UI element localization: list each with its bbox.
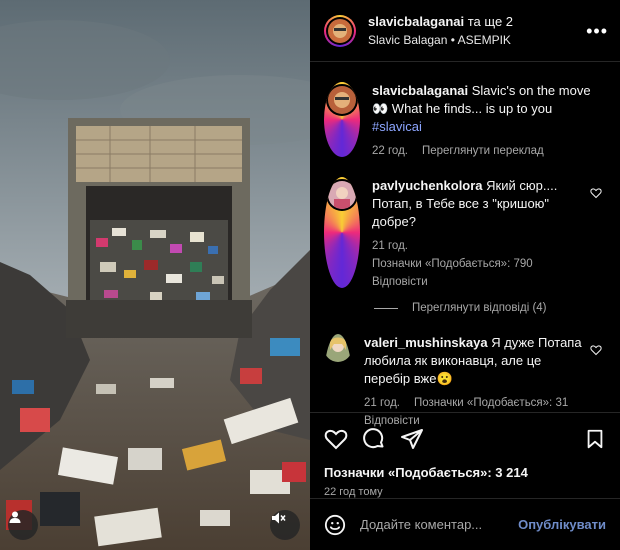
comment-like-heart-icon[interactable]	[590, 344, 602, 356]
comment-input[interactable]: Додайте коментар...	[360, 517, 518, 532]
header-author[interactable]: slavicbalaganai	[368, 14, 464, 29]
header-subtitle[interactable]: Slavic Balagan • ASEMPIK	[368, 33, 586, 47]
header-and-more[interactable]: та ще 2	[468, 14, 513, 29]
post-image[interactable]	[0, 0, 310, 550]
publish-button[interactable]: Опублікувати	[518, 517, 606, 532]
header-names: slavicbalaganai та ще 2 Slavic Balagan •…	[368, 14, 586, 47]
muted-speaker-icon	[272, 512, 286, 524]
caption-avatar[interactable]	[324, 82, 360, 157]
comment-time[interactable]: 21 год.	[364, 397, 400, 409]
replies-divider-line	[374, 307, 398, 309]
comment-text-block: valeri_mushinskaya Я дуже Потапа любила …	[364, 334, 584, 388]
comment-item: pavlyuchenkolora Який сюр.... Потап, в Т…	[324, 177, 606, 288]
caption-meta: 22 год. Переглянути переклад	[372, 145, 592, 157]
see-translation-link[interactable]: Переглянути переклад	[422, 145, 544, 157]
mute-button[interactable]	[270, 510, 300, 540]
post-header: slavicbalaganai та ще 2 Slavic Balagan •…	[310, 0, 620, 62]
comment-meta: 21 год.	[372, 240, 592, 252]
view-replies-label[interactable]: Переглянути відповіді (4)	[412, 302, 547, 314]
comment-reply-link[interactable]: Відповісти	[372, 276, 592, 288]
post-timestamp[interactable]: 22 год тому	[324, 486, 606, 498]
comment-avatar[interactable]	[324, 177, 360, 288]
comment-username[interactable]: valeri_mushinskaya	[364, 335, 488, 350]
comment-username[interactable]: pavlyuchenkolora	[372, 178, 483, 193]
comments-list: slavicbalaganai Slavic's on the move 👀 W…	[310, 62, 620, 427]
caption-hashtag[interactable]: #slavicai	[372, 119, 422, 134]
author-avatar-image	[328, 18, 352, 43]
comment-time[interactable]: 21 год.	[372, 240, 408, 252]
comment-body: pavlyuchenkolora Який сюр.... Потап, в Т…	[372, 177, 592, 288]
comment-meta: 21 год. Позначки «Подобається»: 31	[364, 397, 584, 409]
bookmark-icon[interactable]	[584, 428, 606, 450]
user-icon	[9, 511, 21, 523]
comment-composer: Додайте коментар... Опублікувати	[310, 498, 620, 550]
view-replies-link[interactable]: Переглянути відповіді (4)	[374, 302, 606, 314]
caption-time[interactable]: 22 год.	[372, 145, 408, 157]
comment-like-heart-icon[interactable]	[590, 187, 602, 199]
comment-avatar-image	[328, 181, 356, 209]
comment-likes[interactable]: Позначки «Подобається»: 790	[372, 258, 592, 270]
share-paper-plane-icon[interactable]	[400, 427, 424, 451]
header-top-line: slavicbalaganai та ще 2	[368, 14, 586, 29]
caption-avatar-image	[328, 86, 356, 114]
caption: slavicbalaganai Slavic's on the move 👀 W…	[324, 82, 606, 157]
like-heart-icon[interactable]	[324, 427, 348, 451]
comment-avatar-image	[324, 334, 352, 362]
instagram-post-view: slavicbalaganai та ще 2 Slavic Balagan •…	[0, 0, 620, 550]
caption-body: slavicbalaganai Slavic's on the move 👀 W…	[372, 82, 592, 157]
tagged-users-button[interactable]	[8, 510, 38, 540]
action-icons	[324, 421, 606, 457]
post-likes-count[interactable]: Позначки «Подобається»: 3 214	[324, 465, 606, 480]
author-avatar[interactable]	[324, 14, 356, 47]
comment-bubble-icon[interactable]	[362, 427, 386, 451]
more-options-icon[interactable]: •••	[586, 22, 608, 40]
post-details-panel: slavicbalaganai та ще 2 Slavic Balagan •…	[310, 0, 620, 550]
caption-text-block: slavicbalaganai Slavic's on the move 👀 W…	[372, 82, 592, 136]
post-actions: Позначки «Подобається»: 3 214 22 год том…	[310, 412, 620, 498]
comment-text-block: pavlyuchenkolora Який сюр.... Потап, в Т…	[372, 177, 592, 231]
garbage-truck-landfill-image	[0, 0, 310, 550]
emoji-smiley-icon[interactable]	[324, 514, 346, 536]
comment-likes[interactable]: Позначки «Подобається»: 31	[414, 397, 568, 409]
caption-username[interactable]: slavicbalaganai	[372, 83, 468, 98]
